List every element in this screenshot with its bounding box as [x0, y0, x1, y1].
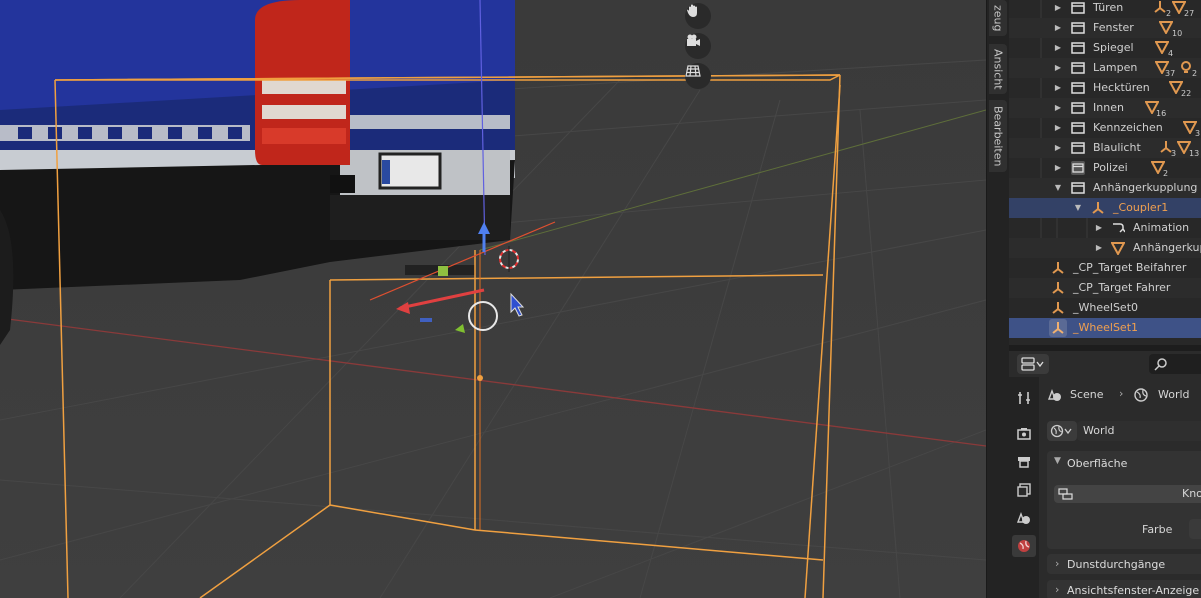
mist-panel: › Dunstdurchgänge — [1047, 554, 1201, 574]
outliner-row-innen[interactable]: ▶ Innen 16 — [1009, 98, 1201, 118]
viewport-display-panel-header[interactable]: Ansichtsfenster-Anzeige — [1067, 584, 1199, 597]
outliner-row-lampen[interactable]: ▶ Lampen 37 2 — [1009, 58, 1201, 78]
empty-icon — [1052, 262, 1064, 274]
outliner-row-coupler1[interactable]: ▼ _Coupler1 — [1009, 198, 1201, 218]
chevron-right-icon: › — [1119, 387, 1124, 400]
color-label: Farbe — [1142, 523, 1173, 536]
tab-ansicht[interactable]: Ansicht — [989, 44, 1007, 94]
outliner-row-tueren[interactable]: ▶ Türen 2 27 — [1009, 0, 1201, 18]
output-icon — [1018, 457, 1030, 468]
outliner-row-cp-target-beifahrer[interactable]: _CP_Target Beifahrer — [1009, 258, 1201, 278]
mesh-icon — [1155, 41, 1169, 54]
outliner-row-hecktueren[interactable]: ▶ Hecktüren 22 — [1009, 78, 1201, 98]
tool-tab[interactable] — [1012, 387, 1036, 409]
3d-viewport[interactable] — [0, 0, 986, 598]
tool-icon — [1018, 392, 1030, 404]
outliner-row-spiegel[interactable]: ▶ Spiegel 4 — [1009, 38, 1201, 58]
use-nodes-button[interactable]: Knot — [1054, 485, 1201, 503]
view-layer-icon — [1017, 483, 1031, 497]
outliner-row-cp-target-fahrer[interactable]: _CP_Target Fahrer — [1009, 278, 1201, 298]
properties-editor-icon — [1021, 357, 1044, 371]
view-layer-tab[interactable] — [1012, 479, 1036, 501]
color-swatch[interactable] — [1189, 519, 1201, 539]
empty-icon — [1052, 302, 1064, 314]
origin-point — [477, 375, 483, 381]
collection-icon — [1071, 142, 1085, 154]
viewport-scene — [0, 0, 986, 598]
search-icon — [1154, 358, 1167, 371]
hand-icon[interactable] — [685, 3, 711, 29]
outliner[interactable]: ▶ Türen 2 27 ▶ Fenster 10 ▶ Spiegel 4 ▶ … — [1009, 0, 1201, 345]
properties-tabs — [1009, 377, 1039, 598]
grid-icon[interactable] — [685, 63, 711, 89]
mist-panel-header[interactable]: Dunstdurchgänge — [1067, 558, 1165, 571]
surface-panel: ▼ Oberfläche Knot Farbe — [1047, 451, 1201, 549]
collection-icon — [1071, 42, 1085, 54]
collection-icon — [1071, 82, 1085, 94]
world-name-field[interactable]: World — [1077, 421, 1201, 441]
camera-icon[interactable] — [685, 33, 711, 59]
collection-icon — [1071, 161, 1085, 175]
outliner-row-polizei[interactable]: ▶ Polizei 2 — [1009, 158, 1201, 178]
scene-icon — [1016, 512, 1030, 524]
outliner-row-anhaengerkup-mesh[interactable]: ▶ Anhängerkup — [1009, 238, 1201, 258]
breadcrumb-scene: Scene — [1070, 388, 1104, 401]
tab-werkzeug[interactable]: zeug — [989, 0, 1007, 36]
output-tab[interactable] — [1012, 451, 1036, 473]
render-tab[interactable] — [1012, 423, 1036, 445]
light-icon — [1181, 61, 1191, 73]
sidebar-tabs: zeug Ansicht Bearbeiten — [986, 0, 1010, 598]
world-icon — [1018, 540, 1030, 552]
breadcrumb-world: World — [1158, 388, 1190, 401]
world-icon — [1134, 388, 1148, 402]
scene-icon — [1047, 389, 1061, 401]
outliner-row-wheelset0[interactable]: _WheelSet0 — [1009, 298, 1201, 318]
chevron-right-icon[interactable]: › — [1055, 583, 1059, 596]
mesh-icon — [1111, 242, 1125, 255]
surface-panel-header[interactable]: Oberfläche — [1067, 457, 1127, 470]
collection-icon — [1071, 2, 1085, 14]
outliner-row-wheelset1[interactable]: _WheelSet1 — [1009, 318, 1201, 338]
animation-icon — [1113, 223, 1125, 233]
viewport-display-panel: › Ansichtsfenster-Anzeige — [1047, 580, 1201, 598]
outliner-row-anhaengerkupplung[interactable]: ▼ Anhängerkupplung — [1009, 178, 1201, 198]
chevron-right-icon[interactable]: › — [1055, 557, 1059, 570]
collection-icon — [1071, 182, 1085, 194]
empty-icon — [1092, 202, 1104, 214]
world-icon — [1050, 424, 1072, 438]
tab-bearbeiten[interactable]: Bearbeiten — [989, 100, 1007, 172]
properties-editor[interactable]: Scene › World World ▼ Oberfläche Knot Fa… — [1009, 351, 1201, 598]
empty-icon — [1154, 1, 1166, 13]
outliner-row-fenster[interactable]: ▶ Fenster 10 — [1009, 18, 1201, 38]
collection-icon — [1071, 102, 1085, 114]
properties-header — [1009, 351, 1201, 377]
outliner-row-blaulicht[interactable]: ▶ Blaulicht 3 13 — [1009, 138, 1201, 158]
collection-icon — [1071, 122, 1085, 134]
collection-icon — [1071, 62, 1085, 74]
world-tab[interactable] — [1012, 535, 1036, 557]
chevron-down-icon[interactable]: ▼ — [1054, 456, 1061, 466]
mesh-icon — [1159, 21, 1173, 34]
properties-search-input[interactable] — [1149, 354, 1201, 374]
editor-type-button[interactable] — [1017, 354, 1049, 374]
empty-icon — [1049, 319, 1067, 337]
collection-icon — [1071, 22, 1085, 34]
node-tree-icon — [1058, 488, 1073, 500]
outliner-row-animation[interactable]: ▶ Animation — [1009, 218, 1201, 238]
world-browse-button[interactable] — [1047, 421, 1077, 441]
empty-icon — [1052, 282, 1064, 294]
scene-tab[interactable] — [1012, 507, 1036, 529]
outliner-row-kennzeichen[interactable]: ▶ Kennzeichen 3 — [1009, 118, 1201, 138]
render-icon — [1017, 428, 1031, 440]
